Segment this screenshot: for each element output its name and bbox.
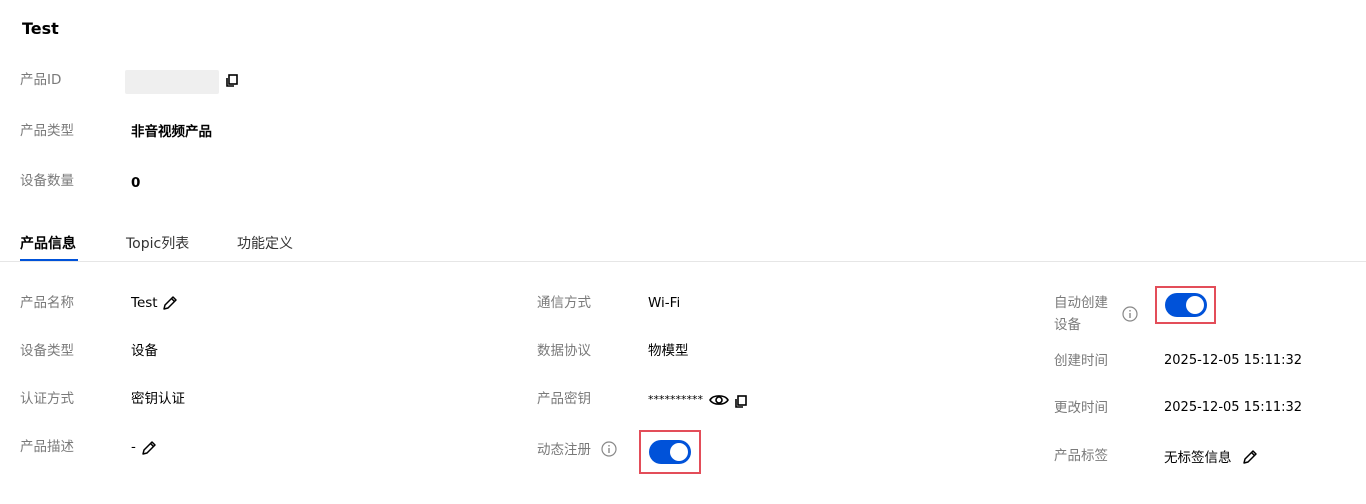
auto-create-toggle[interactable] <box>1165 293 1207 317</box>
device-type-value: 设备 <box>131 343 158 359</box>
created-time-value: 2025-12-05 15:11:32 <box>1164 353 1303 368</box>
info-icon[interactable] <box>601 441 617 457</box>
page-title: Test <box>22 19 59 38</box>
copy-icon[interactable] <box>225 74 239 88</box>
auth-method-value: 密钥认证 <box>131 391 185 407</box>
product-secret-label: 产品密钥 <box>537 391 591 407</box>
product-desc-value: - <box>131 439 136 455</box>
product-tags-label: 产品标签 <box>1054 448 1108 464</box>
dynamic-register-highlight <box>639 430 701 474</box>
toggle-knob <box>670 443 688 461</box>
edit-tags-pencil-icon[interactable] <box>1242 449 1258 465</box>
device-count-label: 设备数量 <box>20 173 74 189</box>
product-tags-value: 无标签信息 <box>1164 450 1232 466</box>
tabs-divider <box>0 261 1366 262</box>
tab-product-info[interactable]: 产品信息 <box>20 234 76 254</box>
product-type-value: 非音视频产品 <box>131 124 212 140</box>
edit-name-pencil-icon[interactable] <box>162 295 178 311</box>
device-count-value: 0 <box>131 175 141 191</box>
product-name-label: 产品名称 <box>20 295 74 311</box>
data-protocol-label: 数据协议 <box>537 343 591 359</box>
tab-function-definition[interactable]: 功能定义 <box>237 234 293 254</box>
device-type-label: 设备类型 <box>20 343 74 359</box>
toggle-knob <box>1186 296 1204 314</box>
dynamic-register-toggle[interactable] <box>649 440 691 464</box>
product-id-label: 产品ID <box>20 72 62 88</box>
product-desc-label: 产品描述 <box>20 439 74 455</box>
info-icon[interactable] <box>1122 306 1138 322</box>
updated-time-label: 更改时间 <box>1054 400 1108 416</box>
comm-method-value: Wi-Fi <box>648 295 681 311</box>
active-tab-indicator <box>20 259 78 261</box>
edit-desc-pencil-icon[interactable] <box>141 440 157 456</box>
auto-create-highlight <box>1155 286 1216 324</box>
auto-create-label-line1: 自动创建 <box>1054 295 1108 311</box>
updated-time-value: 2025-12-05 15:11:32 <box>1164 400 1303 415</box>
copy-secret-icon[interactable] <box>734 395 748 409</box>
tab-topic-list[interactable]: Topic列表 <box>126 234 189 254</box>
created-time-label: 创建时间 <box>1054 353 1108 369</box>
product-secret-value: ********** <box>648 393 703 406</box>
comm-method-label: 通信方式 <box>537 295 591 311</box>
auto-create-label-line2: 设备 <box>1054 317 1081 333</box>
eye-icon[interactable] <box>709 392 729 408</box>
product-type-label: 产品类型 <box>20 123 74 139</box>
auth-method-label: 认证方式 <box>20 391 74 407</box>
data-protocol-value: 物模型 <box>648 343 689 359</box>
product-name-value: Test <box>131 295 158 311</box>
product-id-value-masked <box>125 70 219 94</box>
dynamic-register-label: 动态注册 <box>537 442 591 458</box>
